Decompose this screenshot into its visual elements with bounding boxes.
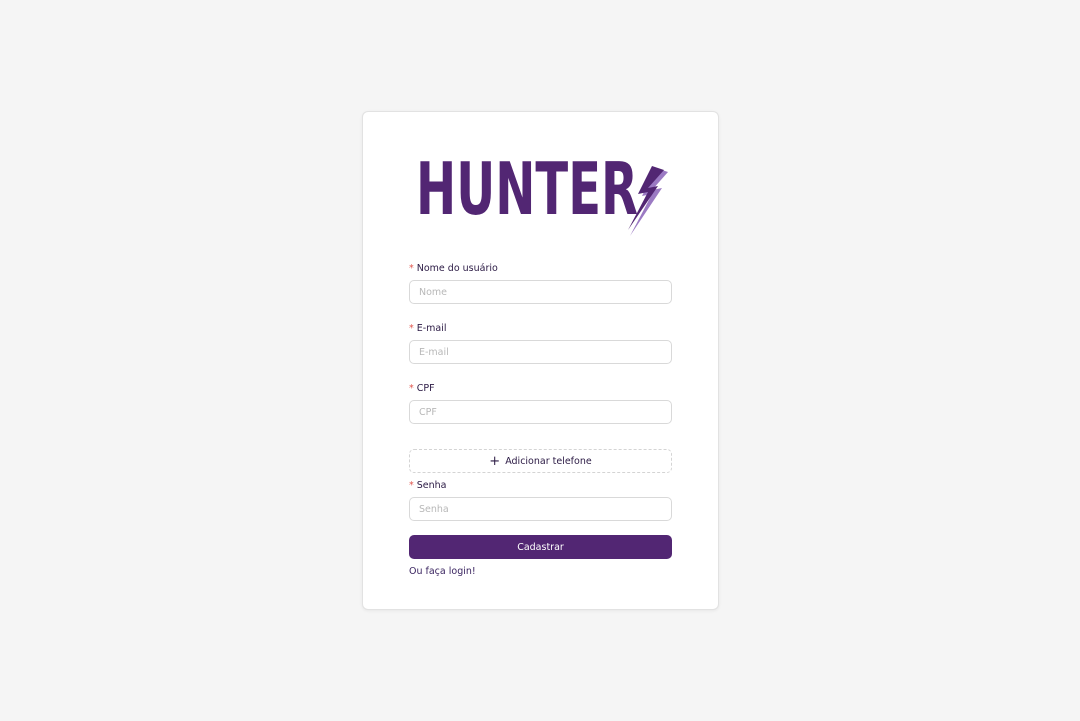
email-group: * E-mail	[409, 322, 672, 382]
submit-button[interactable]: Cadastrar	[409, 535, 672, 559]
plus-icon: +	[489, 453, 501, 469]
hunter-logo: HUNTER	[416, 147, 668, 236]
username-label: * Nome do usuário	[409, 263, 498, 274]
logo-text: HUNTER	[416, 147, 638, 231]
cpf-group: * CPF	[409, 382, 672, 442]
password-label: * Senha	[409, 480, 447, 491]
signup-form: *Nome do usuário *E-mail *CPF + Adiciona…	[409, 262, 672, 578]
required-mark: *	[409, 383, 414, 394]
required-mark: *	[409, 480, 414, 491]
cpf-input[interactable]	[409, 400, 672, 424]
email-label: * E-mail	[409, 323, 447, 334]
add-phone-label: Adicionar telefone	[505, 455, 592, 467]
required-mark: *	[409, 263, 414, 274]
required-mark: *	[409, 323, 414, 334]
login-link[interactable]: Ou faça login!	[409, 566, 476, 577]
signup-card: HUNTER *Nome do usuário *E-mail *CPF + A…	[362, 111, 719, 610]
username-input[interactable]	[409, 280, 672, 304]
cpf-label: * CPF	[409, 383, 435, 394]
email-input[interactable]	[409, 340, 672, 364]
username-group: * Nome do usuário	[409, 262, 672, 322]
password-input[interactable]	[409, 497, 672, 521]
password-group: * Senha	[409, 479, 672, 521]
add-phone-button[interactable]: + Adicionar telefone	[409, 449, 672, 473]
